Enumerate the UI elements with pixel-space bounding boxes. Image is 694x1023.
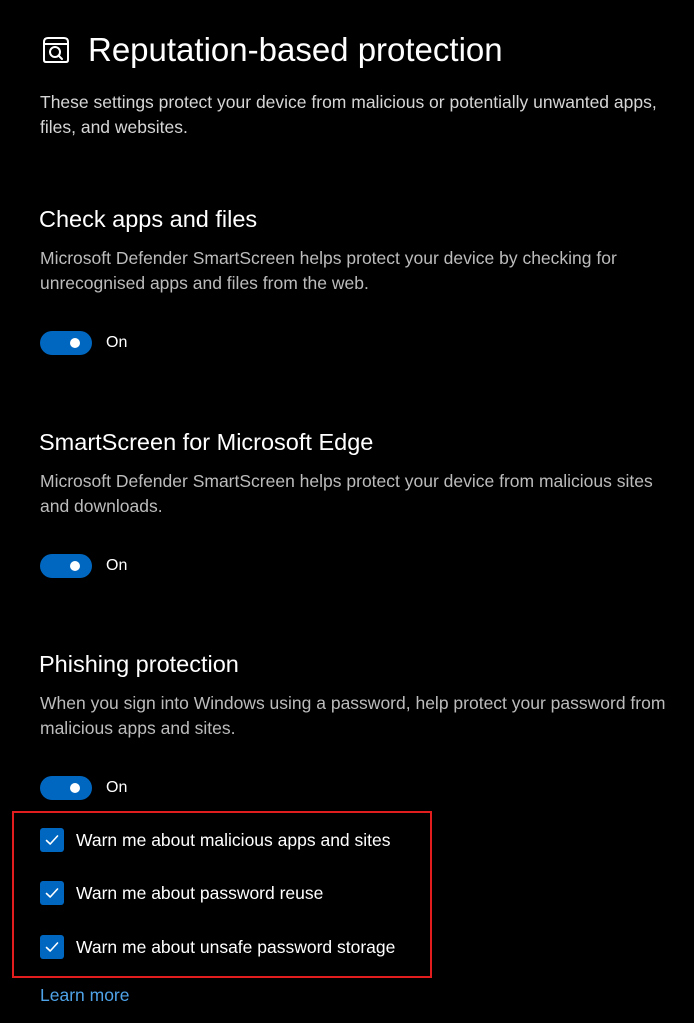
warn-malicious-apps-checkbox[interactable] (40, 828, 64, 852)
warn-malicious-apps-label: Warn me about malicious apps and sites (76, 830, 391, 850)
warn-password-reuse-checkbox[interactable] (40, 881, 64, 905)
smartscreen-edge-toggle-label: On (106, 557, 128, 574)
reputation-shield-search-icon (40, 34, 72, 66)
check-apps-description: Microsoft Defender SmartScreen helps pro… (40, 248, 617, 293)
smartscreen-edge-description: Microsoft Defender SmartScreen helps pro… (40, 471, 653, 516)
checkmark-icon (45, 942, 59, 952)
learn-more-link[interactable]: Learn more (40, 983, 130, 1007)
phishing-protection-heading: Phishing protection (39, 651, 239, 677)
warn-malicious-apps-checkbox-row[interactable]: Warn me about malicious apps and sites (40, 827, 391, 853)
check-apps-toggle-label: On (106, 334, 128, 351)
warn-password-reuse-checkbox-row[interactable]: Warn me about password reuse (40, 880, 323, 906)
toggle-knob (70, 338, 80, 348)
checkmark-icon (45, 888, 59, 898)
phishing-protection-toggle-label: On (106, 779, 128, 796)
check-apps-toggle[interactable] (40, 331, 92, 355)
check-apps-heading: Check apps and files (39, 206, 258, 232)
smartscreen-edge-toggle[interactable] (40, 554, 92, 578)
warn-unsafe-storage-checkbox[interactable] (40, 935, 64, 959)
warn-password-reuse-label: Warn me about password reuse (76, 883, 324, 903)
checkmark-icon (45, 835, 59, 845)
page-title: Reputation-based protection (88, 31, 503, 68)
phishing-protection-toggle[interactable] (40, 776, 92, 800)
toggle-knob (70, 783, 80, 793)
phishing-protection-description: When you sign into Windows using a passw… (40, 693, 666, 738)
warn-unsafe-storage-checkbox-row[interactable]: Warn me about unsafe password storage (40, 934, 395, 960)
page-description: These settings protect your device from … (40, 92, 657, 137)
toggle-knob (70, 561, 80, 571)
smartscreen-edge-heading: SmartScreen for Microsoft Edge (39, 429, 374, 455)
warn-unsafe-storage-label: Warn me about unsafe password storage (76, 937, 396, 957)
